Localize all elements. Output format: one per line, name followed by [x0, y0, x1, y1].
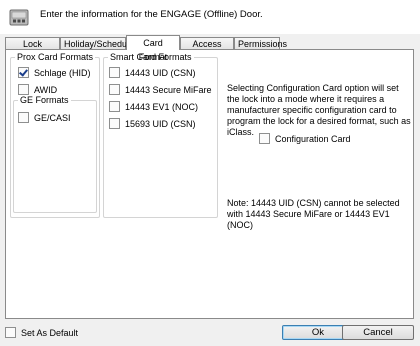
header-instructions: Enter the information for the ENGAGE (Of… — [40, 9, 263, 20]
config-card-checkbox[interactable] — [259, 133, 270, 144]
cancel-button[interactable]: Cancel — [342, 325, 414, 340]
tab-card-format[interactable]: Card Format — [126, 35, 180, 62]
ev1-noc-checkbox[interactable] — [109, 101, 120, 112]
tab-permissions[interactable]: Permissions — [234, 37, 287, 49]
tab-access-group[interactable]: Access Group — [180, 37, 234, 61]
uid-15693-option[interactable]: 15693 UID (CSN) — [109, 117, 196, 130]
set-as-default-label: Set As Default — [21, 327, 79, 338]
lock-icon — [9, 9, 29, 26]
schlage-hid-checkbox[interactable] — [18, 67, 29, 78]
tab-holiday-schedule[interactable]: Holiday/Schedule — [60, 37, 134, 49]
ge-casi-checkbox[interactable] — [18, 112, 29, 123]
ev1-noc-label: 14443 EV1 (NOC) — [125, 101, 199, 112]
format-note: Note: 14443 UID (CSN) cannot be selected… — [227, 198, 400, 230]
ev1-noc-option[interactable]: 14443 EV1 (NOC) — [109, 100, 198, 113]
prox-formats-title: Prox Card Formats — [17, 52, 94, 62]
uid-14443-checkbox[interactable] — [109, 67, 120, 78]
schlage-hid-option[interactable]: Schlage (HID) — [18, 66, 91, 79]
ge-casi-label: GE/CASI — [34, 112, 71, 123]
set-as-default-checkbox[interactable] — [5, 327, 16, 338]
config-card-label: Configuration Card — [275, 133, 351, 144]
secure-mifare-checkbox[interactable] — [109, 84, 120, 95]
secure-mifare-label: 14443 Secure MiFare — [125, 84, 212, 95]
uid-14443-label: 14443 UID (CSN) — [125, 67, 196, 78]
awid-label: AWID — [34, 84, 58, 95]
uid-15693-checkbox[interactable] — [109, 118, 120, 129]
ge-formats-title: GE Formats — [20, 95, 69, 105]
schlage-hid-label: Schlage (HID) — [34, 67, 91, 78]
set-as-default-option[interactable]: Set As Default — [5, 326, 78, 339]
secure-mifare-option[interactable]: 14443 Secure MiFare — [109, 83, 212, 96]
dialog-header: Enter the information for the ENGAGE (Of… — [0, 0, 420, 34]
card-format-panel: Prox Card Formats Schlage (HID) AWID GE … — [5, 49, 414, 319]
tab-lock-settings[interactable]: Lock Settings — [5, 37, 60, 61]
uid-15693-label: 15693 UID (CSN) — [125, 118, 196, 129]
ge-casi-option[interactable]: GE/CASI — [18, 111, 71, 124]
awid-checkbox[interactable] — [18, 84, 29, 95]
config-card-info: Selecting Configuration Card option will… — [227, 83, 411, 137]
config-card-option[interactable]: Configuration Card — [259, 132, 351, 145]
uid-14443-option[interactable]: 14443 UID (CSN) — [109, 66, 196, 79]
